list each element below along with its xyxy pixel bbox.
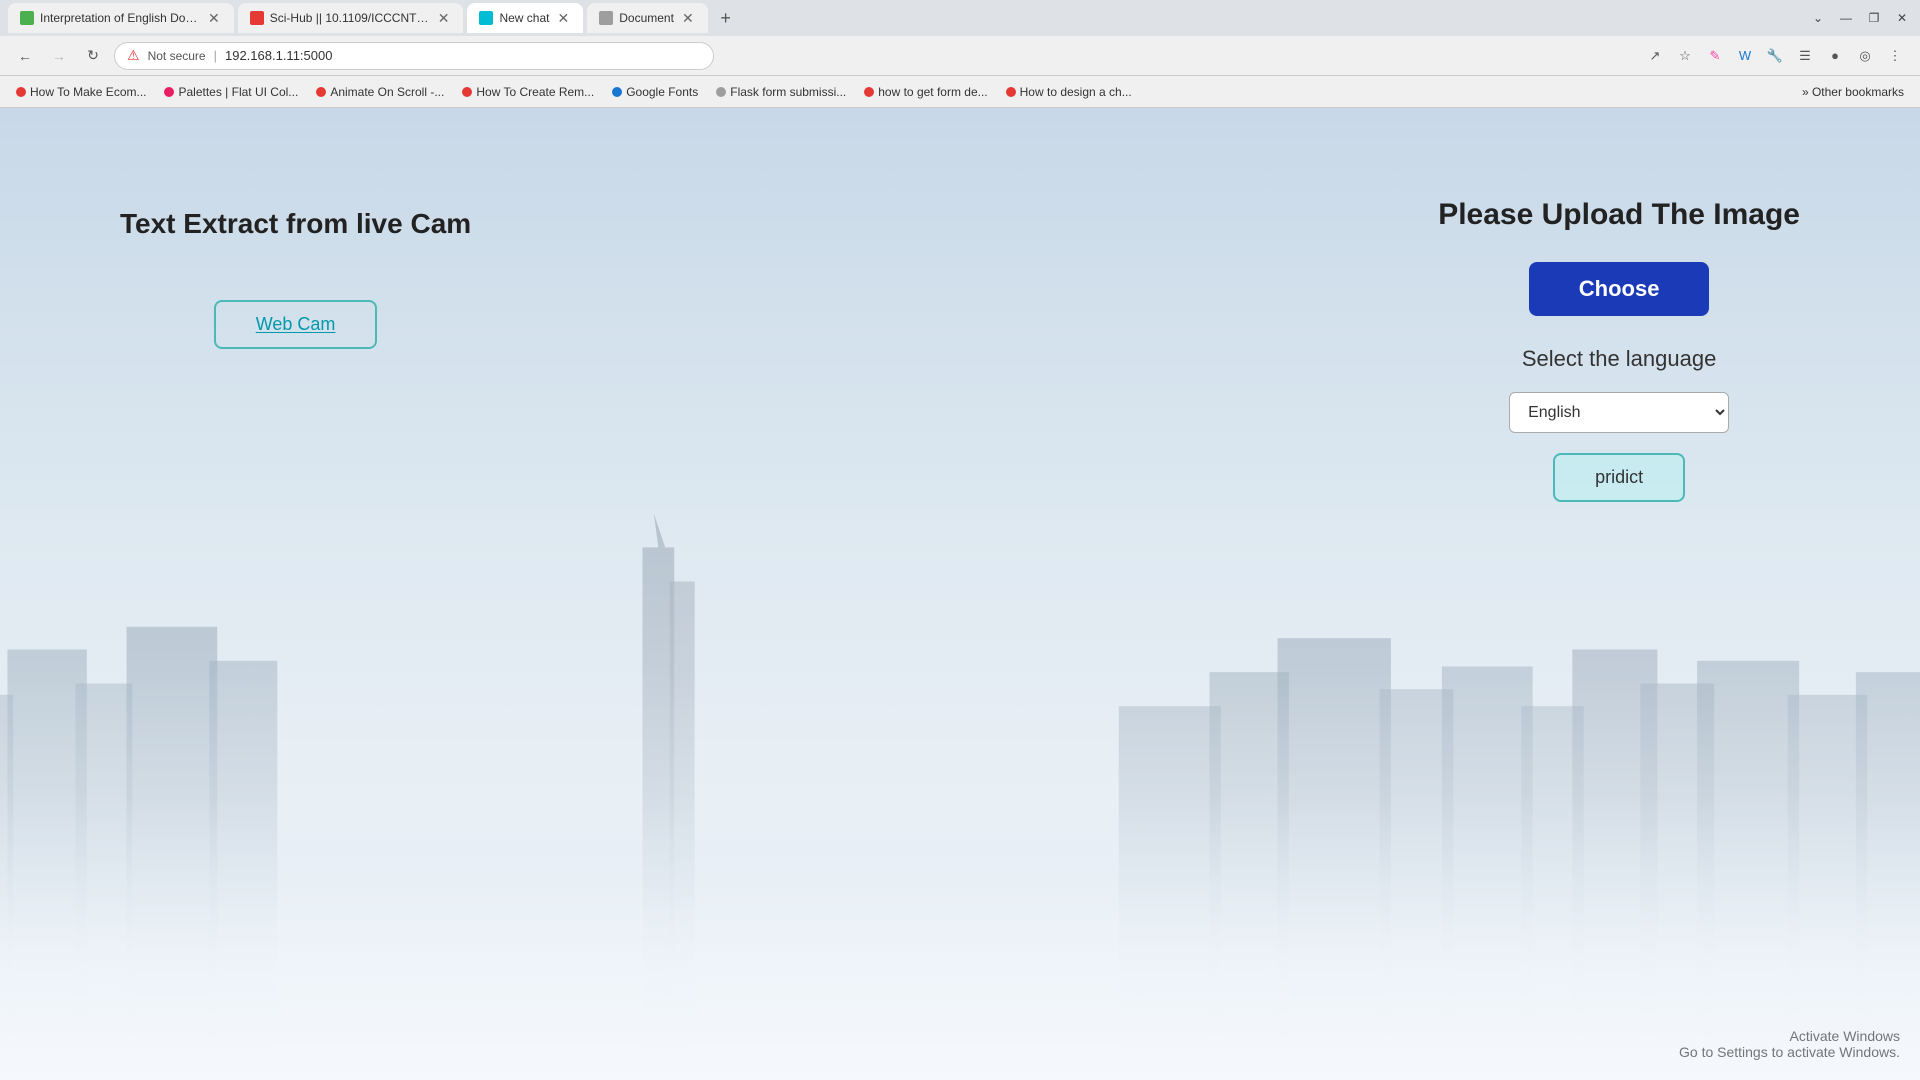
tab-close-2[interactable]: ✕ [436,8,452,29]
edit-icon[interactable]: ✎ [1702,43,1728,69]
bookmark-palettes[interactable]: Palettes | Flat UI Col... [156,82,306,102]
tab-favicon-1 [20,11,34,25]
tab-interpretation[interactable]: Interpretation of English Docum... ✕ [8,3,234,33]
address-bar-row: ← → ↻ ⚠ Not secure | 192.168.1.11:5000 ↗… [0,36,1920,76]
bookmark-icon-6 [716,87,726,97]
language-section: Select the language English French Spani… [1438,346,1800,502]
bookmark-icon-7 [864,87,874,97]
tab-document[interactable]: Document ✕ [587,3,707,33]
tab-close-1[interactable]: ✕ [206,8,222,29]
bookmark-icon-2 [164,87,174,97]
tab-new-chat[interactable]: New chat ✕ [467,3,583,33]
bookmark-icon-4 [462,87,472,97]
bookmark-label-3: Animate On Scroll -... [330,85,444,99]
window-controls: ⌄ — ❐ ✕ [1808,8,1912,28]
tab-favicon-3 [479,11,493,25]
upload-section-title: Please Upload The Image [1438,198,1800,232]
webcam-section-title: Text Extract from live Cam [120,208,471,240]
tab-label-2: Sci-Hub || 10.1109/ICCCNT5152... [270,11,430,25]
tab-favicon-2 [250,11,264,25]
share-icon[interactable]: ↗ [1642,43,1668,69]
bookmark-label-4: How To Create Rem... [476,85,594,99]
bookmarks-more[interactable]: » Other bookmarks [1794,82,1912,102]
bookmark-label-5: Google Fonts [626,85,698,99]
address-box[interactable]: ⚠ Not secure | 192.168.1.11:5000 [114,42,714,70]
tab-favicon-4 [599,11,613,25]
bookmark-ecom[interactable]: How To Make Ecom... [8,82,154,102]
extension-icon-1[interactable]: 🔧 [1762,43,1788,69]
refresh-button[interactable]: ↻ [80,43,106,69]
tab-close-3[interactable]: ✕ [556,8,572,29]
watermark-line1: Activate Windows [1679,1028,1900,1044]
bookmark-fonts[interactable]: Google Fonts [604,82,706,102]
watermark-line2: Go to Settings to activate Windows. [1679,1044,1900,1060]
language-section-label: Select the language [1522,346,1717,372]
back-button[interactable]: ← [12,43,38,69]
close-button[interactable]: ✕ [1892,8,1912,28]
star-icon[interactable]: ☆ [1672,43,1698,69]
security-label: Not secure [148,49,206,63]
address-bar-icons: ↗ ☆ ✎ W 🔧 ☰ ● ◎ ⋮ [1642,43,1908,69]
page-area: Text Extract from live Cam Web Cam Pleas… [0,108,1920,1080]
bookmark-flask[interactable]: Flask form submissi... [708,82,854,102]
maximize-button[interactable]: ❐ [1864,8,1884,28]
language-select[interactable]: English French Spanish Arabic Chinese [1509,392,1729,433]
right-section: Please Upload The Image Choose Select th… [1438,188,1800,502]
bookmark-icon-5 [612,87,622,97]
minimize-button[interactable]: — [1836,8,1856,28]
bookmark-label-6: Flask form submissi... [730,85,846,99]
content-overlay: Text Extract from live Cam Web Cam Pleas… [0,108,1920,1080]
chevron-down-icon[interactable]: ⌄ [1808,8,1828,28]
bookmark-label-8: How to design a ch... [1020,85,1132,99]
bookmark-icon-3 [316,87,326,97]
bookmark-create[interactable]: How To Create Rem... [454,82,602,102]
forward-button[interactable]: → [46,43,72,69]
address-separator: | [214,48,217,63]
tab-label-1: Interpretation of English Docum... [40,11,200,25]
title-bar: Interpretation of English Docum... ✕ Sci… [0,0,1920,36]
tab-scihub[interactable]: Sci-Hub || 10.1109/ICCCNT5152... ✕ [238,3,464,33]
bookmark-label-7: how to get form de... [878,85,987,99]
url-display[interactable]: 192.168.1.11:5000 [225,48,332,63]
extensions-icon[interactable]: ◎ [1852,43,1878,69]
bookmarks-bar: How To Make Ecom... Palettes | Flat UI C… [0,76,1920,108]
tab-close-4[interactable]: ✕ [680,8,696,29]
translate-icon[interactable]: W [1732,43,1758,69]
bookmark-icon-8 [1006,87,1016,97]
predict-button[interactable]: pridict [1553,453,1685,502]
webcam-button[interactable]: Web Cam [214,300,378,349]
bookmark-form[interactable]: how to get form de... [856,82,995,102]
bookmark-animate[interactable]: Animate On Scroll -... [308,82,452,102]
new-tab-button[interactable]: + [712,4,740,32]
watermark: Activate Windows Go to Settings to activ… [1679,1028,1900,1060]
left-section: Text Extract from live Cam Web Cam [120,188,471,349]
bookmark-label-1: How To Make Ecom... [30,85,146,99]
choose-button[interactable]: Choose [1529,262,1710,316]
bookmark-label-2: Palettes | Flat UI Col... [178,85,298,99]
menu-icon[interactable]: ⋮ [1882,43,1908,69]
profile-icon[interactable]: ● [1822,43,1848,69]
tab-label-3: New chat [499,11,549,25]
security-warning-icon: ⚠ [127,47,140,64]
bookmark-design[interactable]: How to design a ch... [998,82,1140,102]
bookmark-icon-1 [16,87,26,97]
tab-label-4: Document [619,11,674,25]
sidebar-icon[interactable]: ☰ [1792,43,1818,69]
